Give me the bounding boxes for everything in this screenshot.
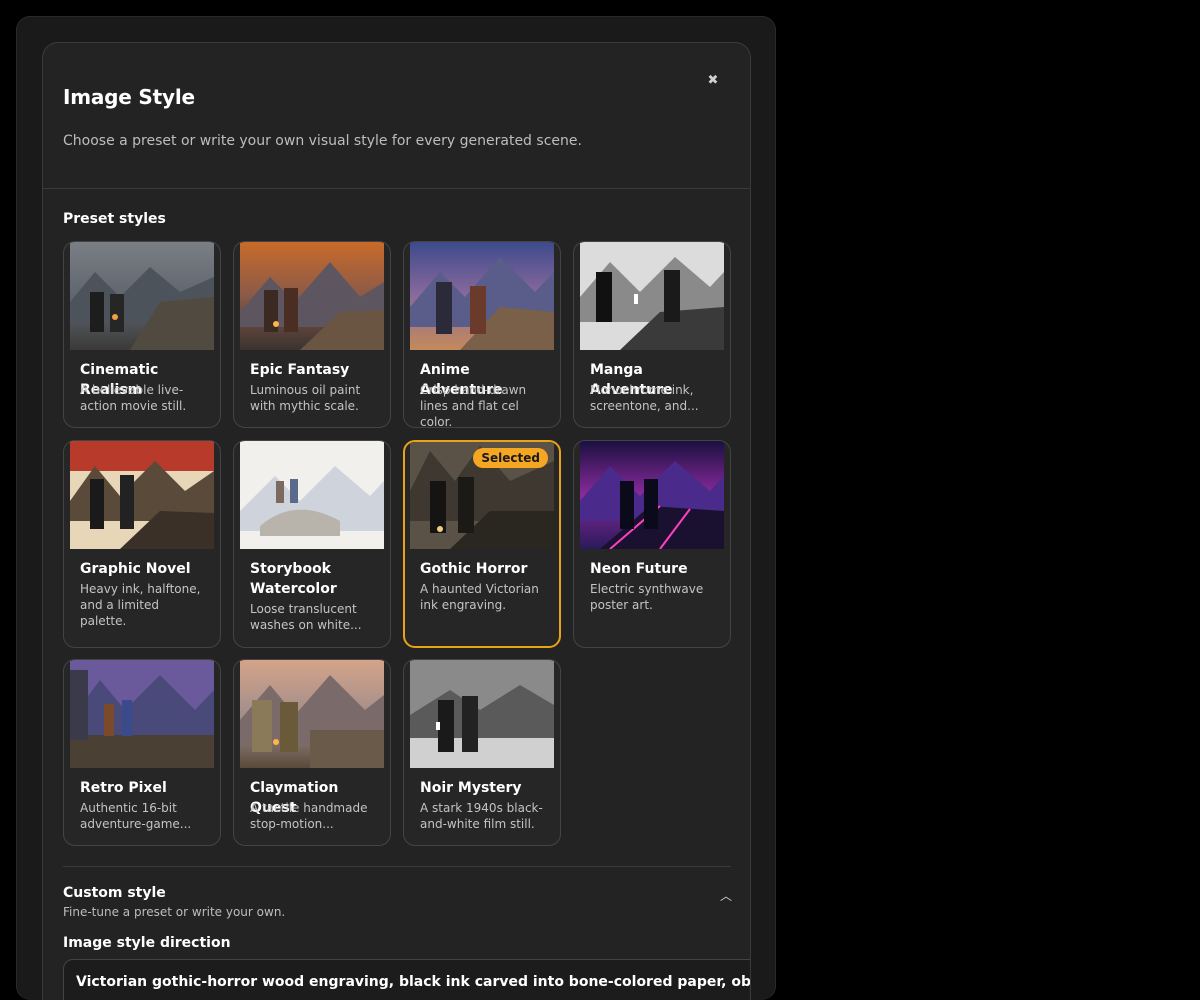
app-panel: ✖ Image Style Choose a preset or write y… (16, 16, 776, 1000)
preset-description: A believable live-action movie still. (80, 383, 187, 413)
dialog-title: Image Style (63, 85, 195, 109)
preset-description: Authentic 16-bit adventure-game... (80, 801, 192, 831)
preset-thumbnail (410, 660, 554, 768)
preset-thumbnail (240, 242, 384, 350)
preset-card-gothic-horror[interactable]: Selected Gothic Horror A haunted Victori… (403, 440, 561, 648)
preset-description: A stark 1940s black-and-white film still… (420, 801, 543, 831)
custom-style-title: Custom style (63, 885, 166, 901)
preset-thumbnail: Selected (410, 442, 554, 549)
preset-name: Neon Future (590, 561, 688, 577)
preset-name: Noir Mystery (420, 780, 522, 796)
section-divider (63, 866, 731, 867)
image-style-direction-label: Image style direction (63, 935, 231, 951)
preset-description: Electric synthwave poster art. (590, 582, 704, 612)
preset-thumbnail (410, 242, 554, 350)
preset-description: Heavy ink, halftone, and a limited palet… (80, 582, 201, 628)
preset-thumbnail (580, 441, 724, 549)
preset-card-anime-adventure[interactable]: Anime Adventure Crisp hand-drawn lines a… (403, 241, 561, 428)
selected-badge: Selected (473, 448, 548, 468)
preset-card-noir-mystery[interactable]: Noir Mystery A stark 1940s black-and-whi… (403, 659, 561, 846)
preset-card-cinematic-realism[interactable]: Cinematic Realism A believable live-acti… (63, 241, 221, 428)
preset-card-storybook-watercolor[interactable]: Storybook Watercolor Loose translucent w… (233, 440, 391, 648)
dialog-subtitle: Choose a preset or write your own visual… (63, 133, 582, 149)
preset-card-epic-fantasy[interactable]: Epic Fantasy Luminous oil paint with myt… (233, 241, 391, 428)
preset-description: A tactile handmade stop-motion... (250, 801, 368, 831)
close-icon[interactable]: ✖ (703, 71, 723, 91)
preset-thumbnail (70, 441, 214, 549)
header-divider (43, 188, 750, 189)
preset-thumbnail (240, 660, 384, 768)
preset-description: Luminous oil paint with mythic scale. (250, 383, 361, 413)
preset-description: A haunted Victorian ink engraving. (420, 582, 539, 612)
image-style-dialog: ✖ Image Style Choose a preset or write y… (42, 42, 751, 1000)
preset-name: Storybook Watercolor (250, 561, 337, 597)
preset-name: Retro Pixel (80, 780, 167, 796)
preset-name: Gothic Horror (420, 561, 528, 577)
image-style-direction-input[interactable]: Victorian gothic-horror wood engraving, … (63, 959, 750, 1000)
preset-thumbnail (580, 242, 724, 350)
preset-thumbnail (70, 660, 214, 768)
preset-description: Crisp hand-drawn lines and flat cel colo… (420, 383, 527, 428)
preset-description: Monochrome ink, screentone, and... (590, 383, 699, 413)
preset-card-neon-future[interactable]: Neon Future Electric synthwave poster ar… (573, 440, 731, 648)
preset-card-claymation-quest[interactable]: Claymation Quest A tactile handmade stop… (233, 659, 391, 846)
preset-card-manga-adventure[interactable]: Manga Adventure Monochrome ink, screento… (573, 241, 731, 428)
preset-description: Loose translucent washes on white... (250, 602, 362, 632)
preset-name: Graphic Novel (80, 561, 191, 577)
preset-card-retro-pixel[interactable]: Retro Pixel Authentic 16-bit adventure-g… (63, 659, 221, 846)
custom-style-subtitle: Fine-tune a preset or write your own. (63, 905, 286, 919)
chevron-up-icon[interactable]: ︿ (717, 887, 735, 905)
preset-thumbnail (70, 242, 214, 350)
preset-name: Epic Fantasy (250, 362, 350, 378)
preset-card-graphic-novel[interactable]: Graphic Novel Heavy ink, halftone, and a… (63, 440, 221, 648)
preset-styles-label: Preset styles (63, 211, 166, 227)
preset-thumbnail (240, 441, 384, 549)
